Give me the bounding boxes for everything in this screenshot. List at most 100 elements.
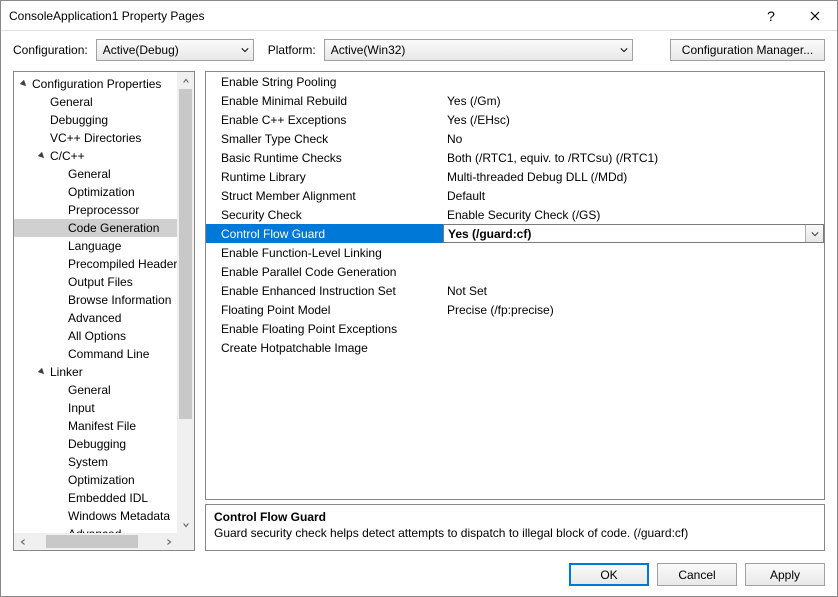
property-row[interactable]: Enable Function-Level Linking bbox=[206, 243, 824, 262]
property-row[interactable]: Enable Minimal RebuildYes (/Gm) bbox=[206, 91, 824, 110]
property-value-text: Yes (/Gm) bbox=[447, 94, 501, 108]
property-row[interactable]: Create Hotpatchable Image bbox=[206, 338, 824, 357]
cancel-button[interactable]: Cancel bbox=[657, 563, 737, 586]
tree-item-label: General bbox=[68, 167, 111, 181]
tree-item[interactable]: Manifest File bbox=[14, 417, 177, 435]
tree-item[interactable]: Debugging bbox=[14, 435, 177, 453]
scroll-down-button[interactable] bbox=[177, 516, 194, 533]
tree-item[interactable]: Debugging bbox=[14, 111, 177, 129]
property-value[interactable] bbox=[443, 319, 824, 338]
tree-item[interactable]: Linker bbox=[14, 363, 177, 381]
tree-item-label: Optimization bbox=[68, 473, 135, 487]
tree-item[interactable]: General bbox=[14, 381, 177, 399]
configuration-dropdown[interactable]: Active(Debug) bbox=[96, 39, 254, 61]
property-row[interactable]: Enable Enhanced Instruction SetNot Set bbox=[206, 281, 824, 300]
tree-item[interactable]: Advanced bbox=[14, 309, 177, 327]
property-name: Enable C++ Exceptions bbox=[206, 110, 443, 129]
property-row[interactable]: Enable Floating Point Exceptions bbox=[206, 319, 824, 338]
property-value[interactable]: No bbox=[443, 129, 824, 148]
tree-item-label: Linker bbox=[50, 365, 83, 379]
property-value[interactable]: Yes (/guard:cf) bbox=[443, 224, 824, 243]
tree-item[interactable]: Windows Metadata bbox=[14, 507, 177, 525]
tree-item[interactable]: VC++ Directories bbox=[14, 129, 177, 147]
cancel-label: Cancel bbox=[678, 568, 715, 582]
tree-item[interactable]: All Options bbox=[14, 327, 177, 345]
value-dropdown-button[interactable] bbox=[805, 225, 823, 242]
tree-item[interactable]: Optimization bbox=[14, 471, 177, 489]
tree-item[interactable]: General bbox=[14, 93, 177, 111]
scroll-right-button[interactable] bbox=[160, 533, 177, 550]
property-name: Security Check bbox=[206, 205, 443, 224]
description-panel: Control Flow Guard Guard security check … bbox=[205, 504, 825, 551]
property-value[interactable]: Both (/RTC1, equiv. to /RTCsu) (/RTC1) bbox=[443, 148, 824, 167]
platform-dropdown[interactable]: Active(Win32) bbox=[324, 39, 633, 61]
property-name: Floating Point Model bbox=[206, 300, 443, 319]
tree-item-label: Advanced bbox=[68, 311, 121, 325]
expander-icon[interactable] bbox=[36, 152, 48, 160]
property-row[interactable]: Enable Parallel Code Generation bbox=[206, 262, 824, 281]
property-value[interactable]: Enable Security Check (/GS) bbox=[443, 205, 824, 224]
tree-item[interactable]: General bbox=[14, 165, 177, 183]
property-value[interactable]: Multi-threaded Debug DLL (/MDd) bbox=[443, 167, 824, 186]
nav-tree-viewport: Configuration PropertiesGeneralDebugging… bbox=[14, 72, 177, 533]
tree-item[interactable]: Preprocessor bbox=[14, 201, 177, 219]
tree-item[interactable]: Language bbox=[14, 237, 177, 255]
scroll-corner bbox=[177, 533, 194, 550]
property-name: Enable Enhanced Instruction Set bbox=[206, 281, 443, 300]
property-value[interactable] bbox=[443, 262, 824, 281]
property-name: Struct Member Alignment bbox=[206, 186, 443, 205]
ok-label: OK bbox=[600, 568, 617, 582]
property-value[interactable] bbox=[443, 243, 824, 262]
property-value[interactable]: Default bbox=[443, 186, 824, 205]
tree-item-label: Manifest File bbox=[68, 419, 136, 433]
content-area: Configuration PropertiesGeneralDebugging… bbox=[1, 71, 837, 551]
tree-item[interactable]: Precompiled Headers bbox=[14, 255, 177, 273]
property-row[interactable]: Control Flow GuardYes (/guard:cf) bbox=[206, 224, 824, 243]
property-row[interactable]: Security CheckEnable Security Check (/GS… bbox=[206, 205, 824, 224]
tree-item[interactable]: C/C++ bbox=[14, 147, 177, 165]
property-value[interactable]: Precise (/fp:precise) bbox=[443, 300, 824, 319]
property-row[interactable]: Runtime LibraryMulti-threaded Debug DLL … bbox=[206, 167, 824, 186]
expander-icon[interactable] bbox=[36, 368, 48, 376]
tree-item[interactable]: Input bbox=[14, 399, 177, 417]
property-row[interactable]: Basic Runtime ChecksBoth (/RTC1, equiv. … bbox=[206, 148, 824, 167]
tree-item[interactable]: Browse Information bbox=[14, 291, 177, 309]
expander-icon[interactable] bbox=[18, 80, 30, 88]
tree-item-label: Windows Metadata bbox=[68, 509, 170, 523]
property-row[interactable]: Enable String Pooling bbox=[206, 72, 824, 91]
tree-item[interactable]: Advanced bbox=[14, 525, 177, 533]
scroll-left-button[interactable] bbox=[14, 533, 31, 550]
tree-item[interactable]: Optimization bbox=[14, 183, 177, 201]
tree-item[interactable]: System bbox=[14, 453, 177, 471]
property-name: Create Hotpatchable Image bbox=[206, 338, 443, 357]
scroll-up-button[interactable] bbox=[177, 72, 194, 89]
configuration-manager-button[interactable]: Configuration Manager... bbox=[670, 39, 825, 61]
tree-item[interactable]: Command Line bbox=[14, 345, 177, 363]
help-button[interactable]: ? bbox=[749, 1, 793, 31]
property-value[interactable]: Yes (/EHsc) bbox=[443, 110, 824, 129]
property-value-text: No bbox=[447, 132, 462, 146]
tree-item-label: Embedded IDL bbox=[68, 491, 148, 505]
property-value[interactable]: Yes (/Gm) bbox=[443, 91, 824, 110]
tree-item[interactable]: Configuration Properties bbox=[14, 75, 177, 93]
tree-item[interactable]: Embedded IDL bbox=[14, 489, 177, 507]
tree-vertical-scrollbar[interactable] bbox=[177, 72, 194, 533]
close-button[interactable] bbox=[793, 1, 837, 31]
property-value[interactable]: Not Set bbox=[443, 281, 824, 300]
scroll-thumb[interactable] bbox=[179, 89, 192, 419]
property-row[interactable]: Floating Point ModelPrecise (/fp:precise… bbox=[206, 300, 824, 319]
property-row[interactable]: Enable C++ ExceptionsYes (/EHsc) bbox=[206, 110, 824, 129]
property-row[interactable]: Smaller Type CheckNo bbox=[206, 129, 824, 148]
property-value[interactable] bbox=[443, 72, 824, 91]
scroll-thumb[interactable] bbox=[46, 535, 138, 548]
property-name: Enable Function-Level Linking bbox=[206, 243, 443, 262]
nav-tree: Configuration PropertiesGeneralDebugging… bbox=[13, 71, 195, 551]
ok-button[interactable]: OK bbox=[569, 563, 649, 586]
tree-item[interactable]: Code Generation bbox=[14, 219, 177, 237]
apply-button[interactable]: Apply bbox=[745, 563, 825, 586]
tree-horizontal-scrollbar[interactable] bbox=[14, 533, 177, 550]
property-value[interactable] bbox=[443, 338, 824, 357]
close-icon bbox=[810, 11, 820, 21]
property-row[interactable]: Struct Member AlignmentDefault bbox=[206, 186, 824, 205]
tree-item[interactable]: Output Files bbox=[14, 273, 177, 291]
